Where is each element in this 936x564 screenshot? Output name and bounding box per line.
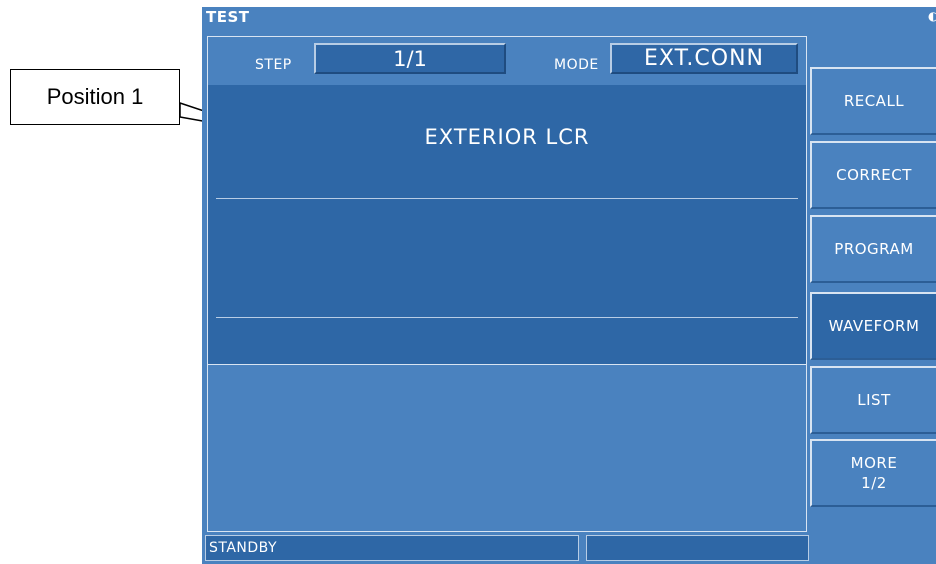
softkey-more-label: MORE bbox=[850, 454, 898, 472]
softkey-list[interactable]: LIST bbox=[810, 366, 936, 434]
step-label: STEP bbox=[255, 57, 292, 73]
step-value: 1/1 bbox=[393, 46, 427, 71]
mode-field[interactable]: EXT.CONN bbox=[610, 43, 798, 74]
mode-label: MODE bbox=[554, 57, 599, 73]
softkey-more[interactable]: MORE 1/2 bbox=[810, 439, 936, 507]
status-state: STANDBY bbox=[205, 535, 579, 561]
softkey-recall-label: RECALL bbox=[843, 92, 905, 110]
content-area: EXTERIOR LCR bbox=[208, 85, 806, 364]
mode-value: EXT.CONN bbox=[644, 46, 764, 71]
step-field[interactable]: 1/1 bbox=[314, 43, 506, 74]
divider-line-1 bbox=[216, 198, 798, 199]
softkey-waveform[interactable]: WAVEFORM bbox=[810, 292, 936, 360]
softkey-program[interactable]: PROGRAM bbox=[810, 215, 936, 283]
softkey-recall[interactable]: RECALL bbox=[810, 67, 936, 135]
stage: Position 1 TEST ◐ STEP 1/1 MODE EXT.CONN… bbox=[0, 0, 936, 564]
measurement-panel: STEP 1/1 MODE EXT.CONN EXTERIOR LCR bbox=[207, 36, 807, 532]
status-bar: STANDBY bbox=[205, 535, 809, 563]
lower-info-area bbox=[208, 364, 806, 531]
instrument-screen: TEST ◐ STEP 1/1 MODE EXT.CONN EXTERIOR L… bbox=[202, 7, 936, 564]
callout-label: Position 1 bbox=[10, 69, 180, 125]
callout-text: Position 1 bbox=[46, 84, 144, 109]
softkey-waveform-label: WAVEFORM bbox=[828, 317, 920, 335]
status-corner-icon: ◐ bbox=[928, 9, 936, 23]
screen-title: TEST bbox=[206, 8, 250, 26]
status-secondary bbox=[586, 535, 809, 561]
softkey-list-label: LIST bbox=[857, 391, 891, 409]
divider-line-2 bbox=[216, 317, 798, 318]
softkey-program-label: PROGRAM bbox=[834, 240, 914, 258]
header-row: STEP 1/1 MODE EXT.CONN bbox=[208, 37, 806, 85]
softkey-correct-label: CORRECT bbox=[836, 166, 912, 184]
title-bar: TEST ◐ bbox=[202, 7, 936, 29]
softkey-correct[interactable]: CORRECT bbox=[810, 141, 936, 209]
softkey-more-page: 1/2 bbox=[861, 474, 887, 492]
content-title: EXTERIOR LCR bbox=[424, 125, 590, 149]
